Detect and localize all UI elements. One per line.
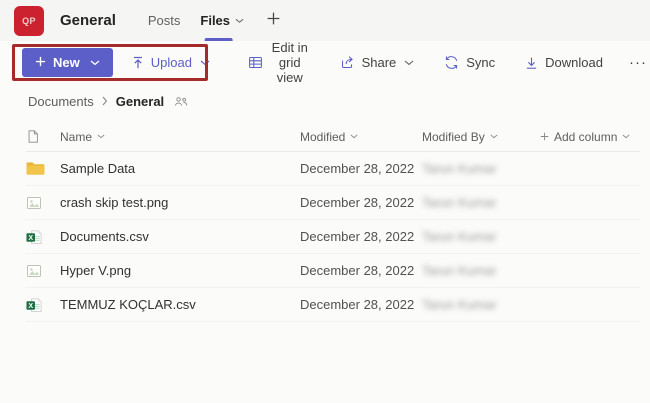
chevron-down-icon bbox=[404, 60, 414, 66]
file-name[interactable]: Sample Data bbox=[60, 161, 300, 176]
chevron-down-icon bbox=[490, 134, 498, 139]
column-header-modified-label: Modified bbox=[300, 130, 345, 144]
file-name[interactable]: Documents.csv bbox=[60, 229, 300, 244]
file-modified-date: December 28, 2022 bbox=[300, 263, 422, 278]
file-type-column-icon[interactable] bbox=[26, 129, 60, 144]
column-header-name-label: Name bbox=[60, 130, 92, 144]
file-modified-by: Tarun Kumar bbox=[422, 161, 540, 176]
file-modified-by: Tarun Kumar bbox=[422, 297, 540, 312]
breadcrumb: Documents General bbox=[0, 84, 650, 118]
file-modified-date: December 28, 2022 bbox=[300, 195, 422, 210]
table-row[interactable]: X TEMMUZ KOÇLAR.csv December 28, 2022 Ta… bbox=[26, 288, 640, 322]
download-icon bbox=[525, 56, 538, 70]
plus-icon bbox=[540, 132, 549, 141]
sync-button-label: Sync bbox=[466, 55, 495, 70]
table-row[interactable]: Sample Data December 28, 2022 Tarun Kuma… bbox=[26, 152, 640, 186]
edit-grid-view-label: Edit in grid view bbox=[270, 40, 310, 85]
tab-posts[interactable]: Posts bbox=[138, 0, 191, 41]
upload-button-label: Upload bbox=[151, 55, 192, 70]
image-file-icon bbox=[26, 263, 60, 279]
channel-avatar[interactable]: QP bbox=[14, 6, 44, 36]
breadcrumb-general[interactable]: General bbox=[116, 94, 164, 109]
file-modified-by: Tarun Kumar bbox=[422, 229, 540, 244]
sync-button[interactable]: Sync bbox=[441, 48, 498, 77]
edit-grid-view-button[interactable]: Edit in grid view bbox=[245, 48, 313, 77]
add-tab-button[interactable] bbox=[262, 7, 285, 35]
share-button[interactable]: Share bbox=[337, 48, 418, 77]
download-button-label: Download bbox=[545, 55, 603, 70]
table-row[interactable]: Hyper V.png December 28, 2022 Tarun Kuma… bbox=[26, 254, 640, 288]
file-name[interactable]: TEMMUZ KOÇLAR.csv bbox=[60, 297, 300, 312]
chevron-down-icon bbox=[200, 60, 210, 66]
share-button-label: Share bbox=[362, 55, 397, 70]
add-column-button[interactable]: Add column bbox=[540, 130, 640, 144]
folder-icon bbox=[26, 161, 60, 176]
share-icon bbox=[340, 55, 355, 70]
chevron-down-icon bbox=[90, 60, 100, 66]
file-modified-by: Tarun Kumar bbox=[422, 195, 540, 210]
upload-button[interactable]: Upload bbox=[129, 48, 213, 77]
channel-tabs: Posts Files bbox=[138, 0, 285, 41]
image-file-icon bbox=[26, 195, 60, 211]
chevron-right-icon bbox=[102, 96, 108, 106]
files-toolbar: New Upload Edit in grid view Share bbox=[0, 41, 650, 84]
chevron-down-icon bbox=[350, 134, 358, 139]
sync-icon bbox=[444, 55, 459, 70]
table-header-row: Name Modified Modified By Add column bbox=[26, 122, 640, 152]
channel-title: General bbox=[60, 12, 116, 29]
file-name[interactable]: crash skip test.png bbox=[60, 195, 300, 210]
tab-files[interactable]: Files bbox=[190, 0, 254, 41]
channel-header: QP General Posts Files bbox=[0, 0, 650, 41]
svg-text:X: X bbox=[28, 301, 33, 309]
download-button[interactable]: Download bbox=[522, 48, 606, 77]
new-button-label: New bbox=[53, 55, 80, 70]
teams-files-window: QP General Posts Files bbox=[0, 0, 650, 403]
excel-file-icon: X bbox=[26, 229, 60, 245]
breadcrumb-documents[interactable]: Documents bbox=[28, 94, 94, 109]
shared-people-icon[interactable] bbox=[174, 96, 188, 107]
file-modified-by: Tarun Kumar bbox=[422, 263, 540, 278]
new-button[interactable]: New bbox=[22, 48, 113, 77]
tab-files-label: Files bbox=[200, 13, 230, 28]
svg-text:X: X bbox=[28, 233, 33, 241]
chevron-down-icon bbox=[97, 134, 105, 139]
upload-icon bbox=[132, 56, 144, 70]
add-column-label: Add column bbox=[554, 130, 617, 144]
file-modified-date: December 28, 2022 bbox=[300, 161, 422, 176]
table-body: Sample Data December 28, 2022 Tarun Kuma… bbox=[26, 152, 640, 322]
column-header-name[interactable]: Name bbox=[60, 130, 300, 144]
tab-posts-label: Posts bbox=[148, 13, 181, 28]
file-modified-date: December 28, 2022 bbox=[300, 229, 422, 244]
plus-icon bbox=[266, 11, 281, 31]
more-options-button[interactable]: ··· bbox=[626, 48, 650, 77]
table-row[interactable]: X Documents.csv December 28, 2022 Tarun … bbox=[26, 220, 640, 254]
chevron-down-icon bbox=[622, 134, 630, 139]
file-name[interactable]: Hyper V.png bbox=[60, 263, 300, 278]
plus-icon bbox=[35, 55, 46, 70]
column-header-modified-by[interactable]: Modified By bbox=[422, 130, 540, 144]
excel-file-icon: X bbox=[26, 297, 60, 313]
table-row[interactable]: crash skip test.png December 28, 2022 Ta… bbox=[26, 186, 640, 220]
chevron-down-icon bbox=[235, 18, 244, 24]
files-table: Name Modified Modified By Add column Sam… bbox=[0, 122, 650, 322]
column-header-modified[interactable]: Modified bbox=[300, 130, 422, 144]
column-header-modified-by-label: Modified By bbox=[422, 130, 485, 144]
grid-icon bbox=[248, 55, 263, 70]
file-modified-date: December 28, 2022 bbox=[300, 297, 422, 312]
